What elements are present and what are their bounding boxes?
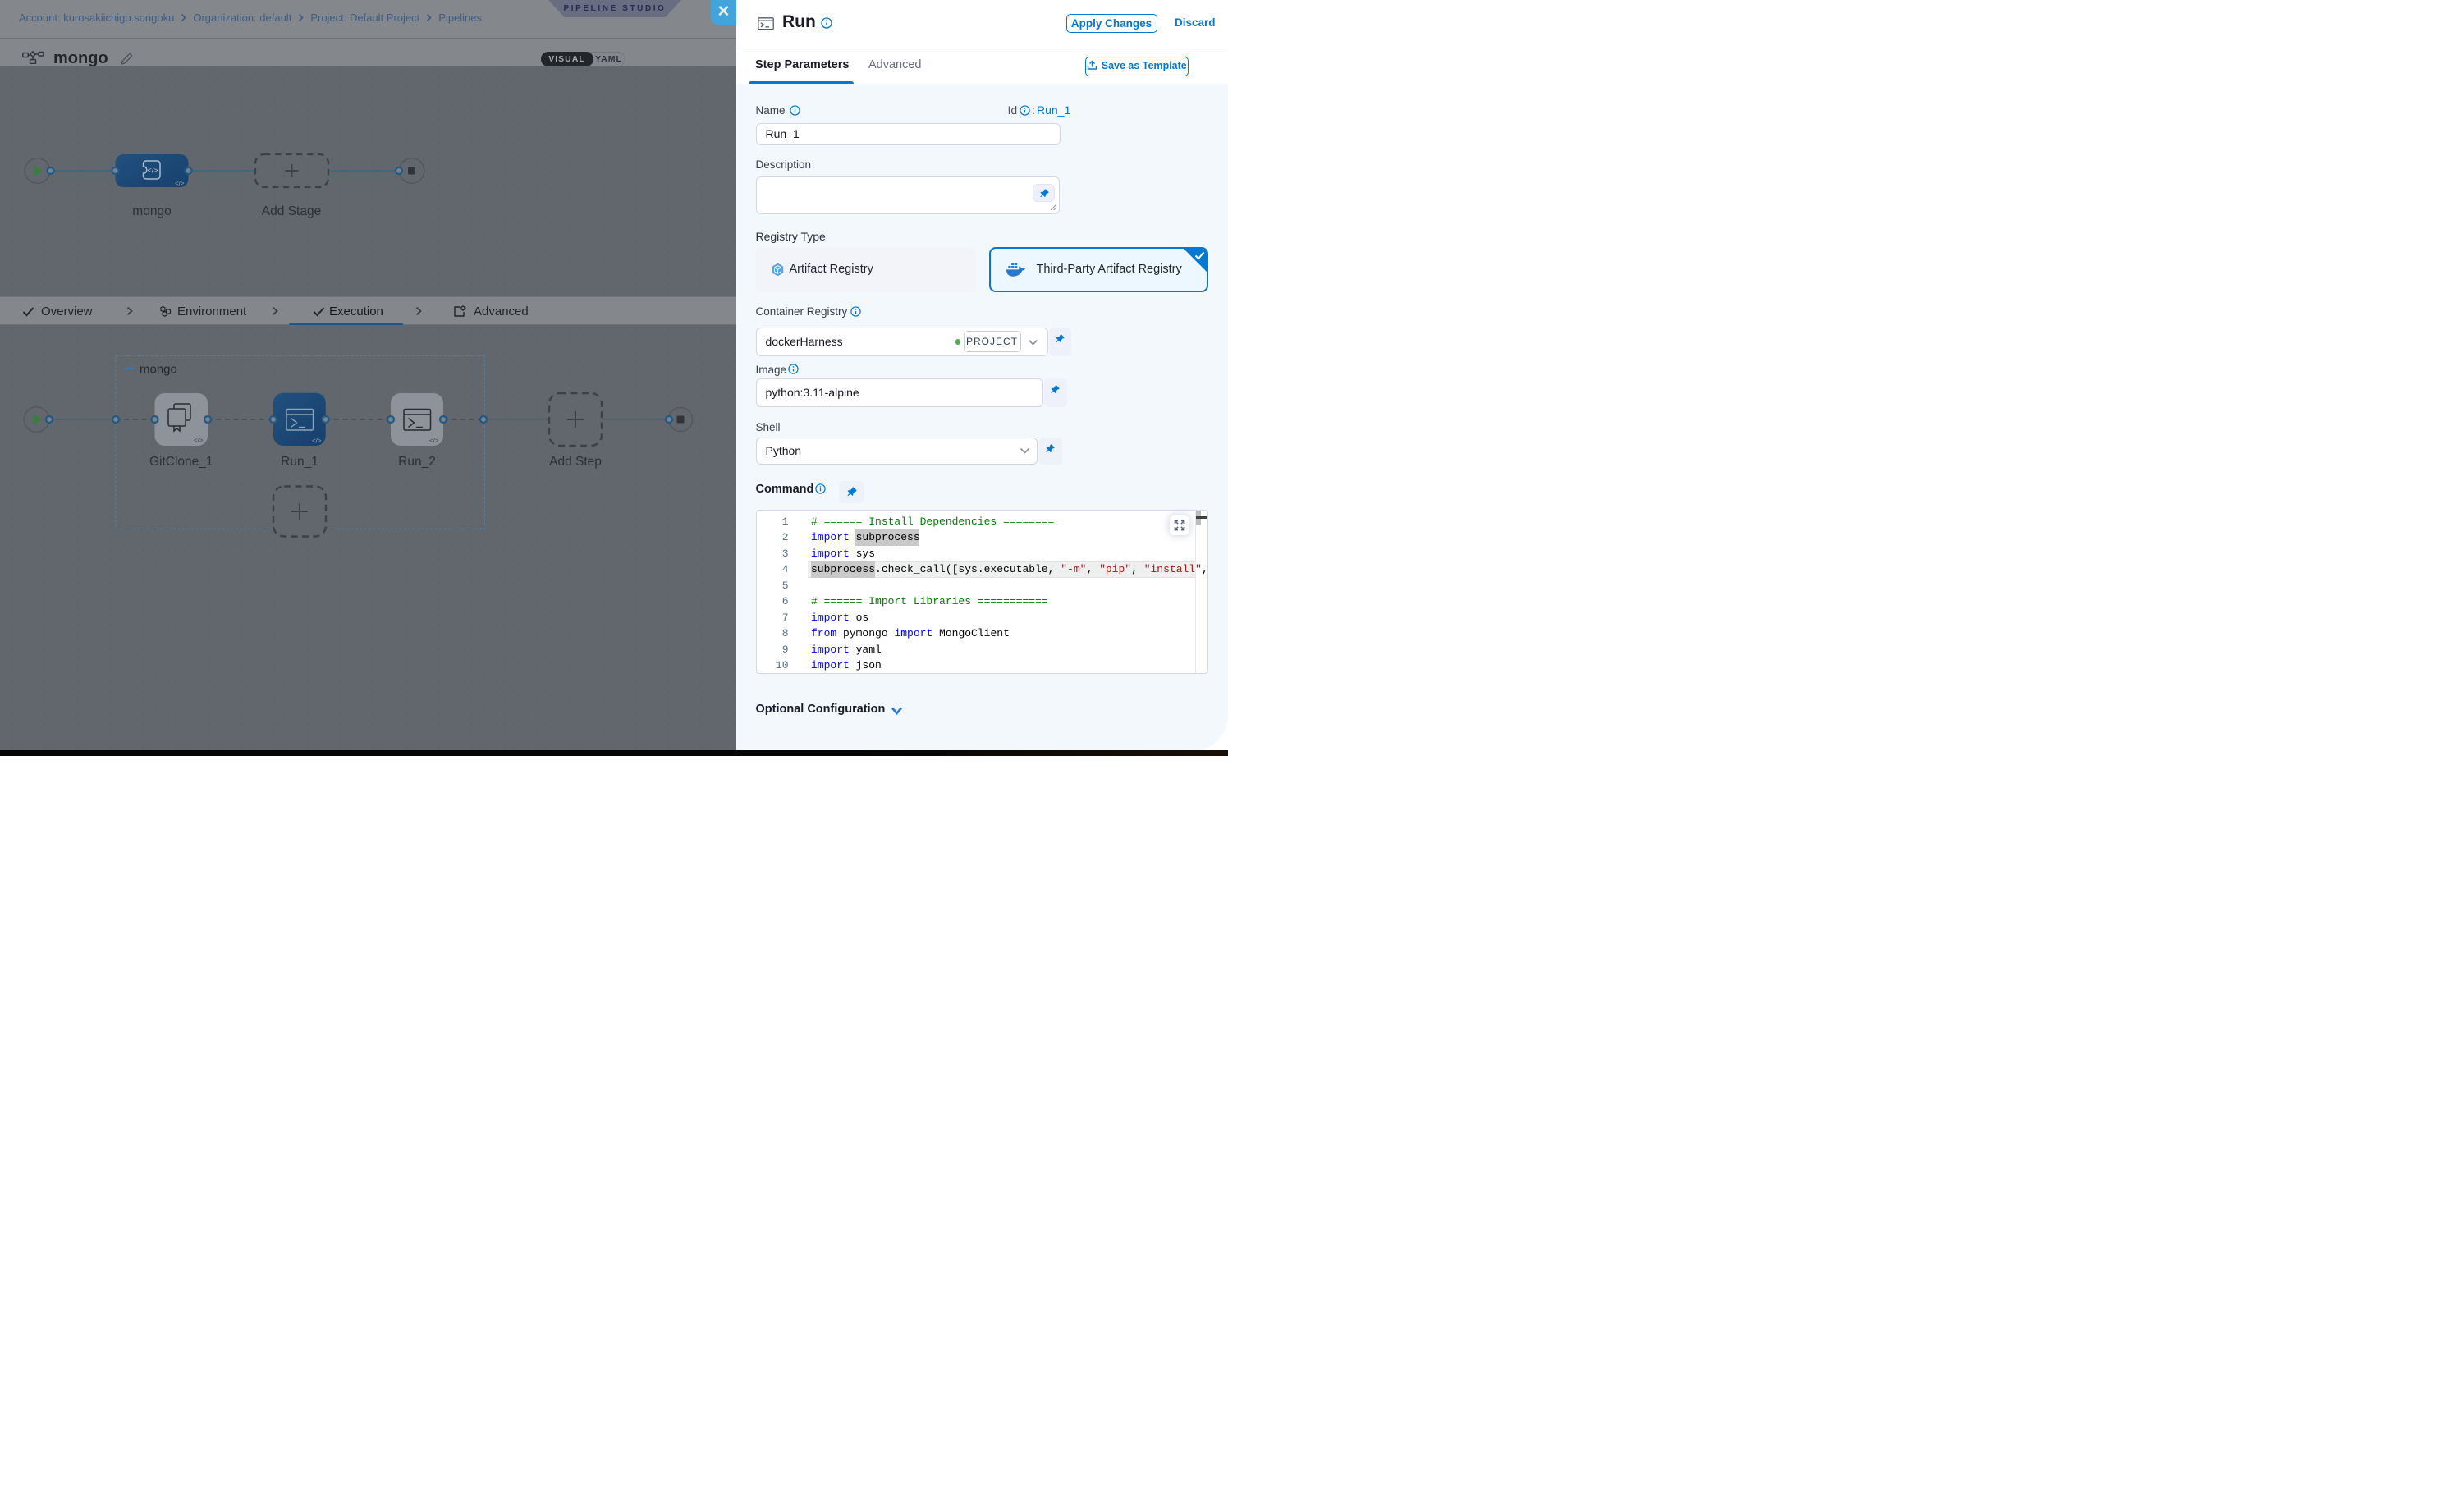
svg-text:</>: </> — [175, 180, 185, 187]
svg-text:mongo: mongo — [132, 204, 171, 218]
svg-text:Run_1: Run_1 — [281, 455, 318, 469]
svg-text:mongo: mongo — [140, 363, 177, 377]
svg-text:</>: </> — [312, 438, 322, 445]
svg-text:Add Stage: Add Stage — [262, 204, 321, 218]
svg-text:</>: </> — [148, 167, 158, 175]
svg-text:</>: </> — [429, 438, 439, 445]
svg-text:Run_2: Run_2 — [398, 455, 436, 469]
svg-text:</>: </> — [194, 437, 204, 444]
svg-text:Add Step: Add Step — [549, 455, 602, 469]
svg-text:GitClone_1: GitClone_1 — [149, 455, 213, 469]
